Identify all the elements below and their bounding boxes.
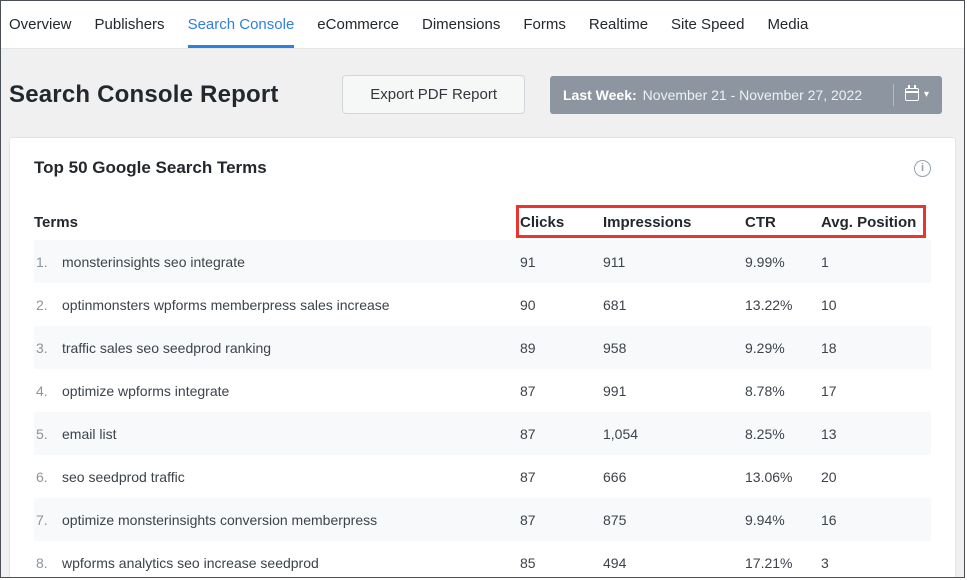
row-rank: 6. bbox=[34, 469, 62, 485]
row-avg-position: 13 bbox=[821, 426, 931, 442]
row-rank: 5. bbox=[34, 426, 62, 442]
row-impressions: 494 bbox=[603, 555, 745, 571]
export-pdf-button[interactable]: Export PDF Report bbox=[342, 75, 525, 114]
row-avg-position: 1 bbox=[821, 254, 931, 270]
row-rank: 3. bbox=[34, 340, 62, 356]
row-impressions: 681 bbox=[603, 297, 745, 313]
tab-overview[interactable]: Overview bbox=[9, 1, 72, 48]
row-ctr: 9.99% bbox=[745, 254, 821, 270]
row-term: traffic sales seo seedprod ranking bbox=[62, 340, 520, 356]
table-row: 7. optimize monsterinsights conversion m… bbox=[34, 498, 931, 541]
row-rank: 2. bbox=[34, 297, 62, 313]
row-avg-position: 18 bbox=[821, 340, 931, 356]
row-clicks: 85 bbox=[520, 555, 603, 571]
row-ctr: 9.94% bbox=[745, 512, 821, 528]
row-clicks: 91 bbox=[520, 254, 603, 270]
row-avg-position: 20 bbox=[821, 469, 931, 485]
table-row: 2. optinmonsters wpforms memberpress sal… bbox=[34, 283, 931, 326]
row-clicks: 87 bbox=[520, 383, 603, 399]
page-title: Search Console Report bbox=[9, 81, 279, 109]
row-clicks: 87 bbox=[520, 512, 603, 528]
row-term: optimize monsterinsights conversion memb… bbox=[62, 512, 520, 528]
row-impressions: 958 bbox=[603, 340, 745, 356]
row-clicks: 87 bbox=[520, 469, 603, 485]
chevron-down-icon: ▾ bbox=[924, 90, 929, 100]
row-rank: 1. bbox=[34, 254, 62, 270]
row-impressions: 1,054 bbox=[603, 426, 745, 442]
row-ctr: 13.22% bbox=[745, 297, 821, 313]
row-ctr: 17.21% bbox=[745, 555, 821, 571]
column-ctr: CTR bbox=[745, 214, 821, 231]
tab-dimensions[interactable]: Dimensions bbox=[422, 1, 500, 48]
table-row: 3. traffic sales seo seedprod ranking 89… bbox=[34, 326, 931, 369]
calendar-icon bbox=[905, 88, 919, 101]
info-icon[interactable]: i bbox=[914, 160, 931, 177]
date-range-picker[interactable]: Last Week: November 21 - November 27, 20… bbox=[550, 76, 942, 114]
column-terms: Terms bbox=[34, 214, 520, 231]
tab-site-speed[interactable]: Site Speed bbox=[671, 1, 744, 48]
row-term: monsterinsights seo integrate bbox=[62, 254, 520, 270]
row-impressions: 991 bbox=[603, 383, 745, 399]
column-impressions: Impressions bbox=[603, 214, 745, 231]
row-ctr: 8.25% bbox=[745, 426, 821, 442]
page-header: Search Console Report Export PDF Report … bbox=[9, 75, 956, 114]
row-ctr: 8.78% bbox=[745, 383, 821, 399]
main-content: Search Console Report Export PDF Report … bbox=[1, 75, 964, 578]
tab-publishers[interactable]: Publishers bbox=[95, 1, 165, 48]
date-bar-divider bbox=[893, 84, 894, 106]
search-terms-card: Top 50 Google Search Terms i Terms Click… bbox=[9, 137, 956, 578]
table-row: 1. monsterinsights seo integrate 91 911 … bbox=[34, 240, 931, 283]
row-clicks: 89 bbox=[520, 340, 603, 356]
column-clicks: Clicks bbox=[520, 214, 603, 231]
tab-realtime[interactable]: Realtime bbox=[589, 1, 648, 48]
row-ctr: 9.29% bbox=[745, 340, 821, 356]
table-header: Terms Clicks Impressions CTR Avg. Positi… bbox=[34, 204, 931, 240]
row-term: optimize wpforms integrate bbox=[62, 383, 520, 399]
table-row: 8. wpforms analytics seo increase seedpr… bbox=[34, 541, 931, 578]
row-rank: 4. bbox=[34, 383, 62, 399]
date-range-label: Last Week: bbox=[563, 87, 637, 103]
row-rank: 8. bbox=[34, 555, 62, 571]
row-impressions: 666 bbox=[603, 469, 745, 485]
tab-forms[interactable]: Forms bbox=[523, 1, 566, 48]
tab-ecommerce[interactable]: eCommerce bbox=[317, 1, 399, 48]
table-row: 5. email list 87 1,054 8.25% 13 bbox=[34, 412, 931, 455]
tab-search-console[interactable]: Search Console bbox=[188, 1, 295, 48]
row-clicks: 90 bbox=[520, 297, 603, 313]
table-row: 4. optimize wpforms integrate 87 991 8.7… bbox=[34, 369, 931, 412]
row-avg-position: 16 bbox=[821, 512, 931, 528]
top-navigation: Overview Publishers Search Console eComm… bbox=[1, 1, 964, 49]
row-term: email list bbox=[62, 426, 520, 442]
table-row: 6. seo seedprod traffic 87 666 13.06% 20 bbox=[34, 455, 931, 498]
column-avg-position: Avg. Position bbox=[821, 214, 931, 231]
row-avg-position: 10 bbox=[821, 297, 931, 313]
row-term: optinmonsters wpforms memberpress sales … bbox=[62, 297, 520, 313]
row-avg-position: 3 bbox=[821, 555, 931, 571]
row-rank: 7. bbox=[34, 512, 62, 528]
card-title: Top 50 Google Search Terms bbox=[34, 158, 267, 178]
row-clicks: 87 bbox=[520, 426, 603, 442]
row-ctr: 13.06% bbox=[745, 469, 821, 485]
row-avg-position: 17 bbox=[821, 383, 931, 399]
row-impressions: 875 bbox=[603, 512, 745, 528]
row-impressions: 911 bbox=[603, 254, 745, 270]
date-range-value: November 21 - November 27, 2022 bbox=[643, 87, 862, 103]
table-body: 1. monsterinsights seo integrate 91 911 … bbox=[34, 240, 931, 578]
page: Overview Publishers Search Console eComm… bbox=[0, 0, 965, 578]
row-term: seo seedprod traffic bbox=[62, 469, 520, 485]
tab-media[interactable]: Media bbox=[767, 1, 808, 48]
row-term: wpforms analytics seo increase seedprod bbox=[62, 555, 520, 571]
card-header: Top 50 Google Search Terms i bbox=[34, 158, 931, 178]
